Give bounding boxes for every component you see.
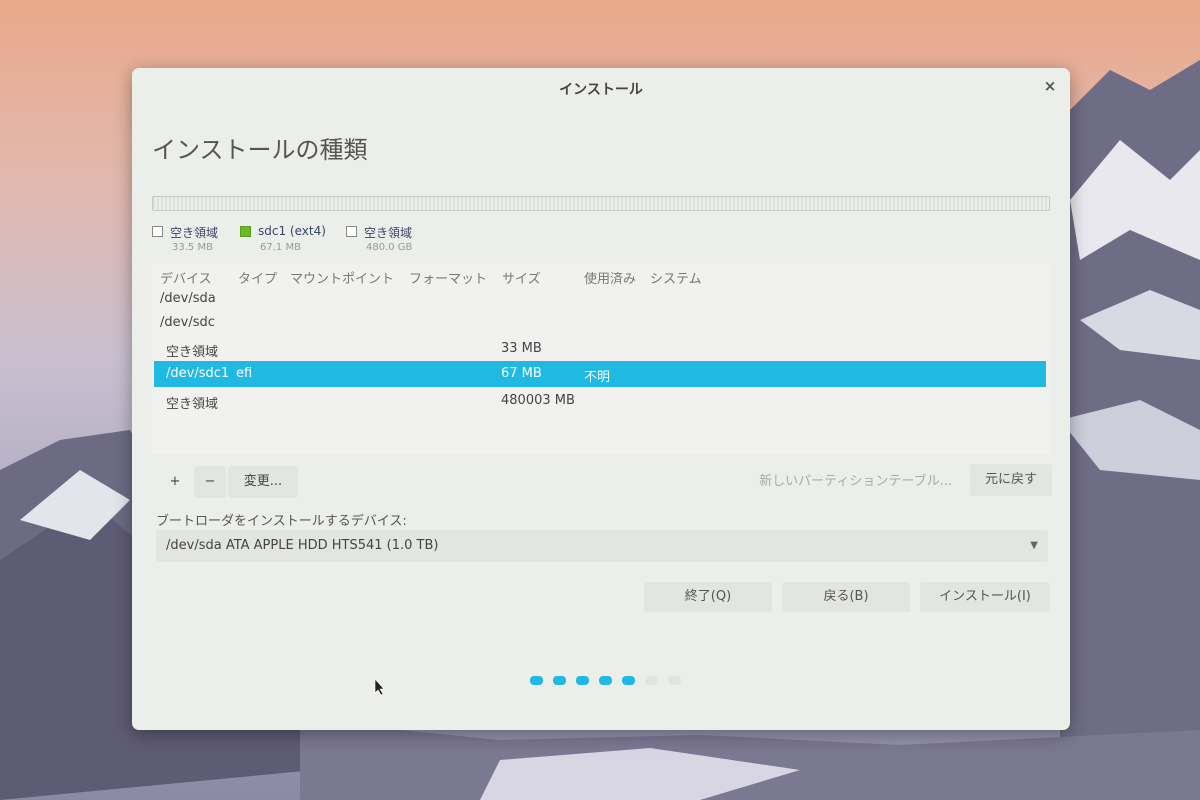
step-dot: [530, 676, 543, 685]
legend-size: 480.0 GB: [366, 242, 413, 253]
row-type: efi: [236, 366, 253, 381]
titlebar[interactable]: インストール ×: [132, 68, 1070, 106]
mouse-cursor-icon: [374, 678, 385, 696]
page-title: インストールの種類: [152, 136, 368, 164]
row-size: 67 MB: [501, 366, 542, 381]
change-partition-button[interactable]: 変更...: [228, 466, 298, 498]
row-size: 480003 MB: [501, 393, 575, 408]
row-size: 33 MB: [501, 341, 542, 356]
partition-bar: [152, 196, 1050, 211]
step-dot: [622, 676, 635, 685]
legend-name: 空き領域: [170, 226, 219, 240]
close-icon[interactable]: ×: [1038, 74, 1062, 98]
column-header-system[interactable]: システム: [650, 268, 702, 287]
step-dot: [668, 676, 681, 685]
legend-name: 空き領域: [364, 226, 413, 240]
column-header-type[interactable]: タイプ: [238, 268, 277, 287]
row-device: /dev/sdc1: [166, 366, 230, 381]
revert-button[interactable]: 元に戻す: [970, 464, 1052, 496]
row-device: /dev/sdc: [160, 315, 215, 330]
column-header-format[interactable]: フォーマット: [409, 268, 487, 287]
free-space-swatch-icon: [346, 226, 357, 237]
legend-size: 33.5 MB: [172, 242, 213, 253]
partition-table: デバイス タイプ マウントポイント フォーマット サイズ 使用済み システム /…: [152, 264, 1050, 454]
table-row[interactable]: /dev/sda: [154, 286, 1046, 312]
ext4-swatch-icon: [240, 226, 251, 237]
table-row[interactable]: 空き領域 480003 MB: [154, 388, 1046, 414]
back-button[interactable]: 戻る(B): [782, 582, 910, 612]
install-dialog: インストール × インストールの種類 空き領域 33.5 MB sdc1 (ex…: [132, 68, 1070, 730]
add-partition-button[interactable]: +: [160, 466, 190, 498]
step-dot: [576, 676, 589, 685]
bootloader-label: ブートローダをインストールするデバイス:: [156, 514, 407, 529]
row-device: 空き領域: [166, 397, 219, 412]
column-header-size[interactable]: サイズ: [502, 268, 541, 287]
bootloader-selected-value: /dev/sda ATA APPLE HDD HTS541 (1.0 TB): [166, 538, 439, 553]
row-device: /dev/sda: [160, 291, 216, 306]
quit-button[interactable]: 終了(Q): [644, 582, 772, 612]
dropdown-arrow-icon: ▼: [1030, 540, 1038, 551]
column-header-mount[interactable]: マウントポイント: [290, 268, 394, 287]
window-title: インストール: [559, 82, 643, 98]
table-row-selected[interactable]: /dev/sdc1 efi 67 MB 不明: [154, 361, 1046, 387]
legend-size: 67.1 MB: [260, 242, 301, 253]
row-device: 空き領域: [166, 345, 219, 360]
table-row[interactable]: /dev/sdc: [154, 310, 1046, 336]
table-row[interactable]: 空き領域 33 MB: [154, 336, 1046, 362]
install-button[interactable]: インストール(I): [920, 582, 1050, 612]
step-dot: [553, 676, 566, 685]
bootloader-device-select[interactable]: /dev/sda ATA APPLE HDD HTS541 (1.0 TB) ▼: [156, 530, 1048, 562]
new-partition-table-button[interactable]: 新しいパーティションテーブル...: [759, 466, 952, 498]
legend-name: sdc1 (ext4): [258, 224, 326, 238]
step-dot: [599, 676, 612, 685]
column-header-device[interactable]: デバイス: [160, 268, 212, 287]
free-space-swatch-icon: [152, 226, 163, 237]
column-header-used[interactable]: 使用済み: [584, 268, 636, 287]
remove-partition-button[interactable]: −: [194, 466, 226, 498]
step-dot: [645, 676, 658, 685]
row-used: 不明: [584, 370, 611, 385]
